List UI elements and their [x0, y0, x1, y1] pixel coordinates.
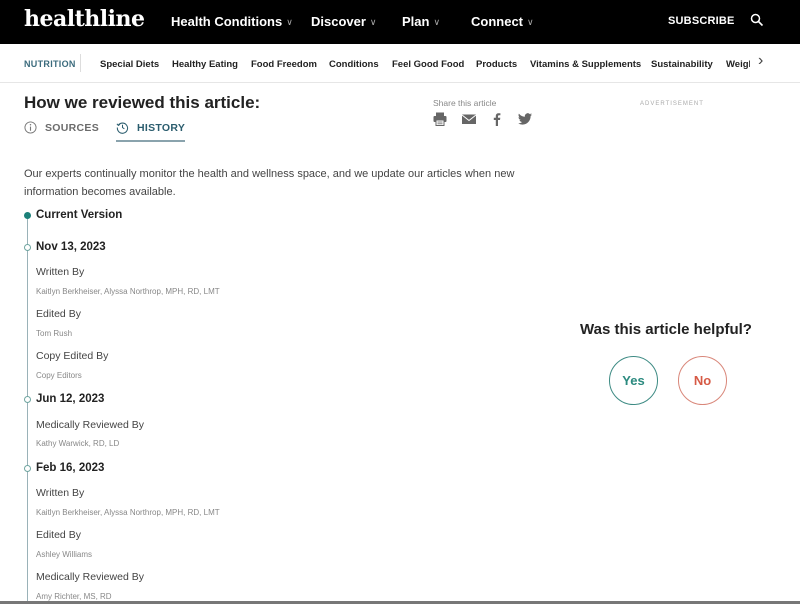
subnav-item-food-freedom[interactable]: Food Freedom — [251, 59, 317, 70]
subnav-divider — [80, 54, 81, 72]
nav-connect[interactable]: Connect ∨ — [471, 14, 534, 29]
timeline-dot — [24, 244, 31, 251]
nav-label: Discover — [311, 14, 366, 29]
subnav-item-weight-management[interactable]: Weight Management — [726, 44, 750, 83]
tab-label: SOURCES — [45, 121, 100, 134]
current-version-dot — [24, 212, 31, 219]
subnav-item-label: Weight Management — [726, 59, 750, 70]
chevron-down-icon: ∨ — [369, 17, 377, 27]
tab-history[interactable]: HISTORY — [116, 121, 186, 142]
timeline-line — [27, 216, 28, 604]
chevron-down-icon: ∨ — [527, 17, 534, 27]
subnav-item-conditions[interactable]: Conditions — [329, 59, 379, 70]
nav-plan[interactable]: Plan ∨ — [402, 14, 440, 29]
subnav-category-nutrition[interactable]: NUTRITION — [24, 59, 76, 69]
subnav-item-products[interactable]: Products — [476, 59, 517, 70]
nav-health-conditions[interactable]: Health Conditions ∨ — [171, 14, 293, 29]
history-role: Written By — [36, 487, 85, 499]
tab-label: HISTORY — [137, 121, 186, 134]
subnav-item-sustainability[interactable]: Sustainability — [651, 59, 713, 70]
history-icon — [116, 122, 129, 134]
twitter-icon[interactable] — [517, 111, 533, 127]
history-role: Edited By — [36, 308, 81, 320]
nav-label: Connect — [471, 14, 523, 29]
info-icon — [24, 121, 37, 134]
history-role: Edited By — [36, 529, 81, 541]
timeline-dot — [24, 396, 31, 403]
history-role: Copy Edited By — [36, 350, 109, 362]
history-role: Written By — [36, 266, 85, 278]
chevron-down-icon: ∨ — [286, 17, 293, 27]
subnav-item-feel-good-food[interactable]: Feel Good Food — [392, 59, 464, 70]
review-section-title: How we reviewed this article: — [24, 93, 261, 112]
history-name[interactable]: Kaitlyn Berkheiser, Alyssa Northrop, MPH… — [36, 287, 220, 296]
share-label: Share this article — [433, 98, 497, 108]
timeline-dot — [24, 465, 31, 472]
subnav-item-vitamins-supplements[interactable]: Vitamins & Supplements — [530, 59, 641, 70]
sub-navbar: NUTRITION Special Diets Healthy Eating F… — [0, 44, 800, 83]
history-role: Medically Reviewed By — [36, 419, 144, 431]
history-name[interactable]: Kathy Warwick, RD, LD — [36, 439, 119, 448]
subnav-item-healthy-eating[interactable]: Healthy Eating — [172, 59, 238, 70]
history-name: Copy Editors — [36, 371, 82, 380]
nav-discover[interactable]: Discover ∨ — [311, 14, 377, 29]
history-date: Nov 13, 2023 — [36, 241, 106, 253]
nav-label: Plan — [402, 14, 430, 29]
healthline-logo[interactable]: healthline — [24, 6, 145, 32]
history-date: Feb 16, 2023 — [36, 462, 105, 474]
history-date: Jun 12, 2023 — [36, 393, 105, 405]
subscribe-button[interactable]: SUBSCRIBE — [668, 15, 735, 27]
history-name[interactable]: Tom Rush — [36, 329, 72, 338]
current-version-label: Current Version — [36, 209, 123, 221]
history-intro-text: Our experts continually monitor the heal… — [24, 168, 515, 198]
history-name[interactable]: Kaitlyn Berkheiser, Alyssa Northrop, MPH… — [36, 508, 220, 517]
subnav-item-special-diets[interactable]: Special Diets — [100, 59, 159, 70]
email-icon[interactable] — [461, 111, 477, 127]
history-role: Medically Reviewed By — [36, 571, 144, 583]
chevron-right-icon[interactable]: › — [758, 52, 763, 70]
history-name[interactable]: Ashley Williams — [36, 550, 92, 559]
print-icon[interactable] — [432, 111, 448, 127]
no-button[interactable]: No — [678, 356, 727, 405]
nav-label: Health Conditions — [171, 14, 283, 29]
search-icon[interactable] — [750, 13, 764, 27]
top-navbar: healthline Health Conditions ∨ Discover ∨ … — [0, 0, 800, 44]
advertisement-label: ADVERTISEMENT — [640, 101, 704, 107]
helpful-question: Was this article helpful? — [580, 321, 752, 338]
facebook-icon[interactable] — [489, 111, 505, 127]
chevron-down-icon: ∨ — [433, 17, 441, 27]
tab-sources[interactable]: SOURCES — [24, 121, 99, 134]
history-name[interactable]: Amy Richter, MS, RD — [36, 592, 112, 601]
yes-button[interactable]: Yes — [609, 356, 658, 405]
